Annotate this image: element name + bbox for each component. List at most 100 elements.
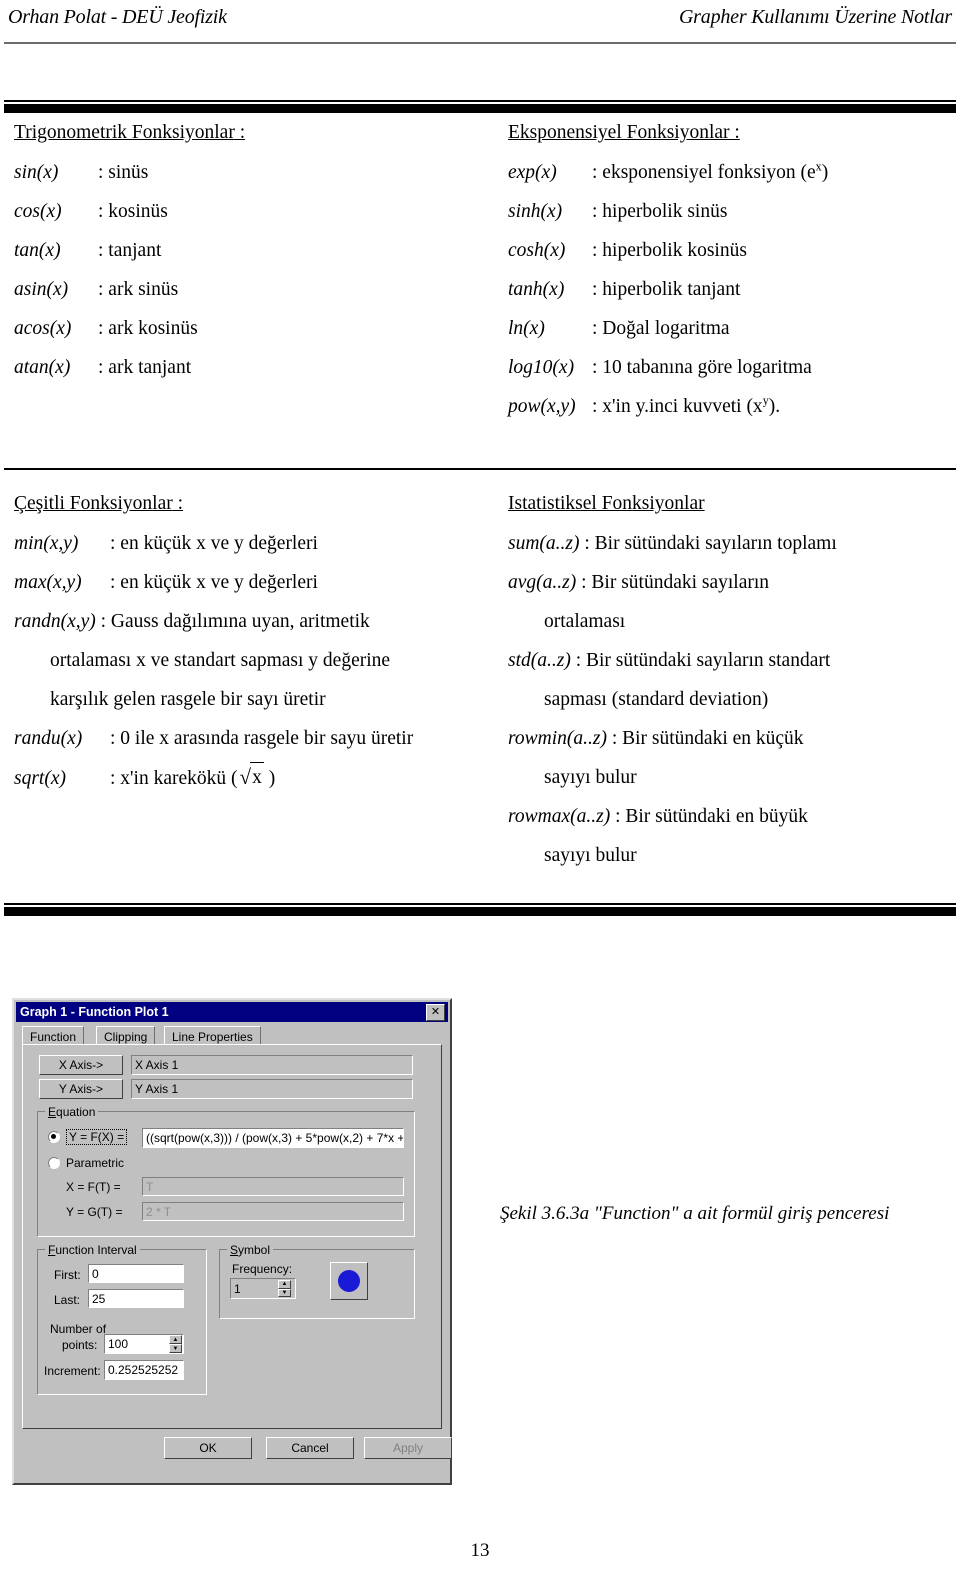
parametric-row: Parametric (48, 1156, 124, 1170)
page-number: 13 (470, 1540, 490, 1561)
function-name: rowmax(a..z) (508, 806, 611, 827)
ygt-input[interactable]: 2 * T (142, 1202, 404, 1221)
function-entry: cos(x): kosinüs (14, 197, 484, 226)
yfx-input[interactable]: ((sqrt(pow(x,3))) / (pow(x,3) + 5*pow(x,… (142, 1128, 404, 1148)
points-label-line1: Number of (50, 1322, 107, 1336)
points-spin-down[interactable]: ▼ (169, 1344, 182, 1353)
dialog-tabstrip: Function Clipping Line Properties (22, 1026, 442, 1046)
function-entry: randn(x,y) : Gauss dağılımına uyan, arit… (14, 607, 494, 636)
function-desc-continuation: karşılık gelen rasgele bir sayı üretir (50, 689, 326, 710)
y-axis-button[interactable]: Y Axis-> (39, 1079, 123, 1099)
cancel-button[interactable]: Cancel (266, 1437, 354, 1459)
y-axis-field[interactable]: Y Axis 1 (131, 1079, 413, 1099)
symbol-group-label: Symbol (227, 1243, 274, 1257)
x-axis-field[interactable]: X Axis 1 (131, 1055, 413, 1075)
function-entry: tan(x): tanjant (14, 236, 484, 265)
band-bottom (4, 903, 956, 916)
function-entry: acos(x): ark kosinüs (14, 314, 484, 343)
function-name: pow(x,y) (508, 396, 576, 417)
function-entry: sum(a..z) : Bir sütündaki sayıların topl… (508, 529, 956, 558)
function-name: avg(a..z) (508, 572, 577, 593)
last-input[interactable]: 25 (88, 1289, 184, 1308)
function-interval-group: Function Interval First: 0 Last: 25 Numb… (37, 1243, 207, 1395)
function-name: asin(x) (14, 279, 69, 300)
function-desc: : tanjant (98, 240, 162, 261)
yfx-label: Y = F(X) = (66, 1129, 128, 1145)
function-desc: : hiperbolik kosinüs (592, 240, 747, 261)
ygt-label: Y = G(T) = (66, 1205, 123, 1219)
equation-group-label: Equation (45, 1105, 99, 1119)
close-icon[interactable]: ✕ (426, 1003, 445, 1021)
xft-input[interactable]: T (142, 1177, 404, 1196)
tab-clipping[interactable]: Clipping (96, 1026, 156, 1046)
dialog-titlebar: Graph 1 - Function Plot 1 ✕ (16, 1002, 448, 1022)
figure-caption: Şekil 3.6.3a "Function" a ait formül gir… (500, 1203, 890, 1224)
function-desc-continuation: sayıyı bulur (544, 767, 637, 788)
function-name: log10(x) (508, 357, 575, 378)
square-root-icon: √x (238, 762, 264, 793)
apply-button[interactable]: Apply (364, 1437, 452, 1459)
function-desc: : Doğal logaritma (592, 318, 730, 339)
radicand: x (250, 762, 264, 792)
function-entry: ln(x) : Doğal logaritma (508, 314, 956, 343)
x-axis-button[interactable]: X Axis-> (39, 1055, 123, 1075)
tab-line-properties[interactable]: Line Properties (164, 1026, 261, 1046)
function-desc: : ark tanjant (98, 357, 192, 378)
parametric-label: Parametric (66, 1156, 125, 1170)
function-name: sinh(x) (508, 201, 563, 222)
function-desc: : Bir sütündaki en büyük (615, 806, 808, 827)
section-title-exponential: Eksponensiyel Fonksiyonlar : (508, 122, 740, 143)
function-entry: cosh(x): hiperbolik kosinüs (508, 236, 956, 265)
function-entry-sqrt: sqrt(x) : x'in karekökü (√x ) (14, 762, 494, 793)
function-desc: : en küçük x ve y değerleri (110, 533, 318, 554)
symbol-preview-button[interactable] (330, 1262, 368, 1300)
function-desc: : Gauss dağılımına uyan, aritmetik (100, 611, 370, 632)
function-desc: : Bir sütündaki en küçük (611, 728, 804, 749)
function-desc: : x'in y.inci kuvveti (x (592, 396, 763, 417)
function-name: ln(x) (508, 318, 545, 339)
yfx-radio[interactable] (48, 1131, 60, 1143)
function-desc: : Bir sütündaki sayıların standart (575, 650, 831, 671)
function-name: sqrt(x) (14, 768, 66, 789)
function-desc: : kosinüs (98, 201, 168, 222)
function-desc-tail: ) (263, 768, 276, 789)
function-desc: : hiperbolik sinüs (592, 201, 728, 222)
section-title-statistical: Istatistiksel Fonksiyonlar (508, 493, 705, 514)
function-name: randn(x,y) (14, 611, 96, 632)
first-input[interactable]: 0 (88, 1264, 184, 1283)
function-entry: atan(x) : ark tanjant (14, 353, 484, 382)
function-desc: : x'in karekökü ( (110, 768, 238, 789)
function-name: atan(x) (14, 357, 71, 378)
function-desc: : 10 tabanına göre logaritma (592, 357, 812, 378)
function-entry: pow(x,y): x'in y.inci kuvveti (xy). (508, 392, 956, 421)
last-label: Last: (54, 1293, 81, 1307)
symbol-circle-icon (338, 1270, 360, 1292)
function-name: sin(x) (14, 162, 59, 183)
function-name: std(a..z) (508, 650, 571, 671)
dialog-title: Graph 1 - Function Plot 1 (20, 1005, 169, 1019)
function-desc-continuation: ortalaması x ve standart sapması y değer… (50, 650, 391, 671)
section-misc: Çeşitli Fonksiyonlar : min(x,y): en küçü… (14, 489, 494, 803)
parametric-radio[interactable] (48, 1157, 60, 1169)
band-top (4, 100, 956, 113)
function-name: tanh(x) (508, 279, 565, 300)
function-desc: : eksponensiyel fonksiyon (e (592, 162, 816, 183)
frequency-label: Frequency: (232, 1262, 293, 1276)
symbol-group: Symbol Frequency: 1 ▲ ▼ (219, 1243, 415, 1319)
points-spin-up[interactable]: ▲ (169, 1335, 182, 1344)
section-statistical: Istatistiksel Fonksiyonlar sum(a..z) : B… (508, 489, 956, 880)
xft-label: X = F(T) = (66, 1180, 121, 1194)
increment-input[interactable]: 0.252525252 (104, 1360, 184, 1380)
function-entry: rowmax(a..z) : Bir sütündaki en büyük (508, 802, 956, 831)
function-interval-group-label: Function Interval (45, 1243, 140, 1257)
frequency-spinner[interactable]: ▲ ▼ (278, 1280, 291, 1297)
function-name: exp(x) (508, 162, 557, 183)
points-spinner[interactable]: ▲ ▼ (169, 1335, 182, 1353)
function-name: acos(x) (14, 318, 72, 339)
ok-button[interactable]: OK (164, 1437, 252, 1459)
frequency-spin-down[interactable]: ▼ (278, 1288, 291, 1297)
frequency-spin-up[interactable]: ▲ (278, 1280, 291, 1289)
tab-function[interactable]: Function (22, 1026, 85, 1046)
section-trigonometric: Trigonometrik Fonksiyonlar : sin(x): sin… (14, 118, 484, 392)
function-name: max(x,y) (14, 572, 82, 593)
